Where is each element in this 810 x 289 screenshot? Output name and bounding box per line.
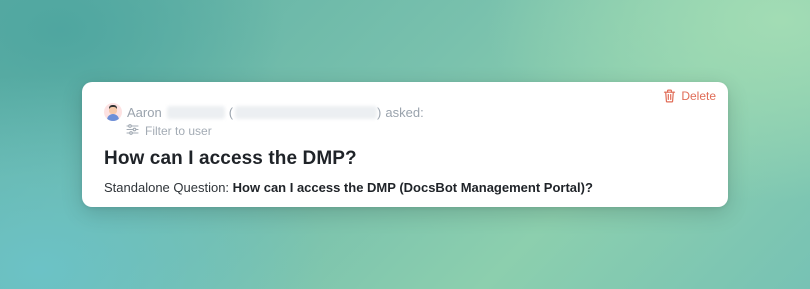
asker-name: Aaron: [127, 104, 162, 120]
asker-line: Aaron ( ) asked:: [104, 102, 424, 122]
redacted-email: [235, 105, 378, 119]
paren-close: ): [377, 104, 382, 120]
redacted-surname: [166, 105, 225, 119]
standalone-question: Standalone Question: How can I access th…: [104, 180, 593, 195]
filter-to-user-link[interactable]: Filter to user: [126, 124, 212, 138]
question-card: Delete Aaron ( ) asked: Filter to user H…: [82, 82, 728, 207]
delete-label: Delete: [681, 89, 716, 103]
user-avatar: [104, 103, 122, 121]
filter-label: Filter to user: [145, 124, 212, 138]
asked-label: asked:: [385, 104, 424, 120]
sliders-icon: [126, 124, 139, 138]
delete-button[interactable]: Delete: [663, 89, 716, 103]
trash-icon: [663, 89, 676, 103]
question-title: How can I access the DMP?: [104, 148, 357, 169]
standalone-label: Standalone Question:: [104, 180, 233, 195]
standalone-text: How can I access the DMP (DocsBot Manage…: [232, 180, 593, 195]
paren-open: (: [228, 104, 234, 120]
